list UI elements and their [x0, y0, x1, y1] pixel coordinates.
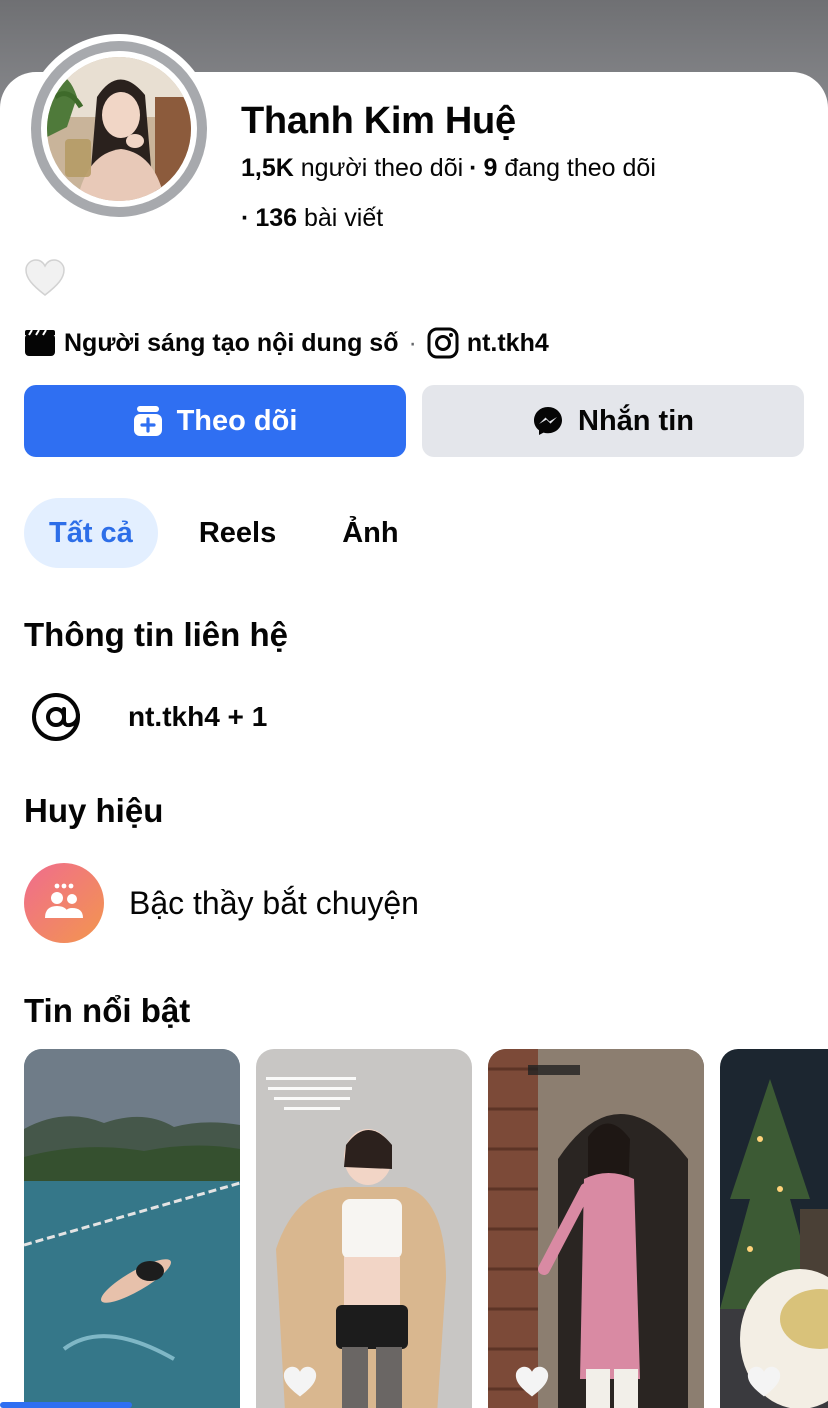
profile-tabs: Tất cả Reels Ảnh: [24, 498, 424, 568]
following-label[interactable]: đang theo dõi: [504, 154, 656, 182]
follow-button[interactable]: Theo dõi: [24, 385, 406, 457]
badge-label: Bậc thầy bắt chuyện: [129, 884, 419, 921]
creator-info-row: Người sáng tạo nội dung số · nt.tkh4: [24, 326, 549, 360]
white-heart-icon: [283, 1366, 317, 1397]
clapperboard-icon: [25, 329, 55, 356]
story-thumbnail-white-top: [256, 1049, 472, 1408]
white-heart-icon: [515, 1366, 549, 1397]
message-button[interactable]: Nhắn tin: [422, 385, 804, 457]
follow-label: Theo dõi: [176, 404, 298, 437]
story-card[interactable]: [488, 1049, 704, 1408]
contact-row[interactable]: nt.tkh4 + 1: [24, 688, 267, 746]
at-sign-icon: [32, 693, 80, 741]
story-thumbnail-night-tree: [720, 1049, 828, 1408]
following-count[interactable]: 9: [484, 154, 498, 182]
story-card[interactable]: [720, 1049, 828, 1408]
profile-stats-line: 1,5K người theo dõi · 9 đang theo dõi: [241, 154, 656, 182]
tab-photos[interactable]: Ảnh: [317, 498, 423, 568]
message-label: Nhắn tin: [578, 404, 694, 437]
badges-section-title: Huy hiệu: [24, 792, 164, 829]
story-thumbnail-pool: [24, 1049, 240, 1408]
badge-item[interactable]: Bậc thầy bắt chuyện: [24, 863, 419, 943]
stories-section-title: Tin nổi bật: [24, 992, 191, 1029]
avatar-image: [47, 57, 191, 201]
follow-icon: [133, 406, 162, 436]
contact-section-title: Thông tin liên hệ: [24, 616, 288, 653]
featured-stories-strip: [24, 1049, 828, 1408]
followers-count[interactable]: 1,5K: [241, 154, 294, 182]
story-card[interactable]: [256, 1049, 472, 1408]
profile-avatar[interactable]: [24, 34, 214, 224]
story-card[interactable]: [24, 1049, 240, 1408]
scroll-indicator: [0, 1402, 132, 1408]
white-heart-icon: [747, 1366, 781, 1397]
posts-label: bài viết: [304, 204, 384, 232]
profile-posts-line: · 136 bài viết: [241, 204, 384, 232]
tab-all[interactable]: Tất cả: [24, 498, 158, 568]
tab-reels[interactable]: Reels: [174, 498, 301, 568]
followers-label[interactable]: người theo dõi: [301, 154, 463, 182]
white-heart-icon: [25, 259, 65, 296]
messenger-icon: [534, 407, 562, 435]
instagram-icon: [427, 327, 459, 359]
conversation-starter-icon: [24, 863, 104, 943]
story-thumbnail-ao-dai: [488, 1049, 704, 1408]
posts-count: 136: [255, 204, 298, 232]
creator-category: Người sáng tạo nội dung số: [64, 328, 399, 357]
instagram-handle[interactable]: nt.tkh4: [467, 329, 549, 358]
profile-name: Thanh Kim Huệ: [241, 100, 516, 142]
story-ring: [31, 41, 207, 217]
contact-value: nt.tkh4 + 1: [128, 701, 268, 732]
